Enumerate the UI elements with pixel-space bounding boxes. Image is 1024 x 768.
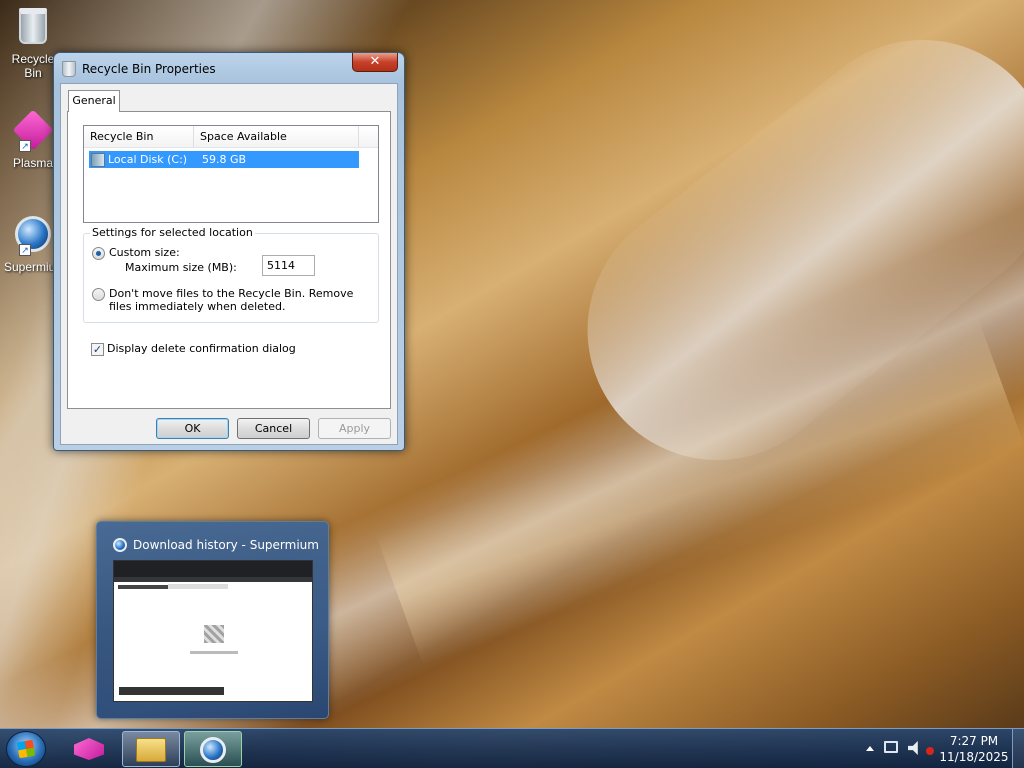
space-cell: 59.8 GB (202, 153, 247, 166)
taskbar-thumbnail-preview[interactable]: Download history - Supermium (96, 521, 329, 719)
thumbnail-screenshot[interactable] (113, 560, 313, 702)
settings-groupbox: Settings for selected location Custom si… (83, 226, 379, 323)
list-item-local-disk[interactable]: Local Disk (C:) 59.8 GB (89, 151, 359, 168)
max-size-label: Maximum size (MB): (125, 261, 237, 274)
thumb-toolbar (114, 577, 312, 582)
taskbar-app-supermium[interactable] (184, 731, 242, 767)
wallpaper-highlight (535, 0, 1024, 513)
taskbar-app-plasma[interactable] (60, 731, 118, 767)
taskbar-clock[interactable]: 7:27 PM 11/18/2025 (938, 733, 1010, 765)
drive-icon (91, 152, 105, 167)
wallpaper-highlight (375, 314, 1024, 666)
clock-time: 7:27 PM (949, 734, 999, 748)
tab-general[interactable]: General (68, 90, 120, 112)
supermium-icon (113, 538, 127, 552)
column-header-location[interactable]: Recycle Bin Location (84, 126, 194, 165)
location-cell: Local Disk (C:) (108, 153, 188, 166)
mute-badge-icon (926, 747, 934, 755)
supermium-icon (200, 737, 226, 763)
ok-button[interactable]: OK (156, 418, 229, 439)
close-button[interactable]: ✕ (352, 53, 398, 72)
recycle-bin-icon (62, 61, 76, 77)
windows-logo-icon (16, 739, 36, 759)
thumbnail-title: Download history - Supermium (113, 538, 319, 552)
custom-size-label[interactable]: Custom size: (109, 246, 180, 259)
settings-group-label: Settings for selected location (90, 226, 255, 239)
recycle-bin-properties-window: Recycle Bin Properties ✕ General Recycle… (53, 52, 405, 451)
list-header: Recycle Bin Location Space Available (84, 126, 378, 165)
taskbar-app-file-explorer[interactable] (122, 731, 180, 767)
confirm-dialog-checkbox[interactable]: ✓ (91, 343, 104, 356)
clock-date: 11/18/2025 (939, 750, 1009, 764)
dont-move-radio[interactable] (92, 288, 105, 301)
thumb-snackbar (119, 687, 224, 695)
show-hidden-icons-icon[interactable] (866, 746, 874, 751)
file-explorer-icon (136, 738, 166, 762)
dont-move-label[interactable]: Don't move files to the Recycle Bin. Rem… (109, 287, 369, 313)
recycle-bin-icon (19, 8, 47, 44)
column-header-space[interactable]: Space Available (194, 126, 359, 147)
show-desktop-button[interactable] (1012, 729, 1024, 768)
thumb-page-heading (118, 585, 168, 589)
cancel-button[interactable]: Cancel (237, 418, 310, 439)
system-tray (866, 741, 934, 755)
window-title: Recycle Bin Properties (82, 62, 216, 76)
confirm-dialog-label[interactable]: Display delete confirmation dialog (107, 342, 296, 355)
thumb-search-box (168, 584, 228, 589)
max-size-input[interactable]: 5114 (262, 255, 315, 276)
tab-page-general: Recycle Bin Location Space Available Loc… (67, 111, 391, 409)
thumb-empty-illustration (204, 625, 224, 643)
shortcut-arrow-icon: ↗ (19, 140, 31, 152)
dialog-body: General Recycle Bin Location Space Avail… (60, 83, 398, 445)
taskbar: 7:27 PM 11/18/2025 (0, 728, 1024, 768)
location-list[interactable]: Recycle Bin Location Space Available Loc… (83, 125, 379, 223)
shortcut-arrow-icon: ↗ (19, 244, 31, 256)
window-titlebar[interactable]: Recycle Bin Properties (62, 59, 216, 79)
plasma-icon (74, 738, 104, 760)
thumb-empty-caption (190, 651, 238, 654)
volume-muted-icon[interactable] (908, 741, 918, 755)
apply-button[interactable]: Apply (318, 418, 391, 439)
start-button[interactable] (6, 731, 46, 767)
thumb-tab-strip (114, 561, 312, 577)
network-icon[interactable] (884, 741, 898, 753)
custom-size-radio[interactable] (92, 247, 105, 260)
thumbnail-title-text: Download history - Supermium (133, 538, 319, 552)
